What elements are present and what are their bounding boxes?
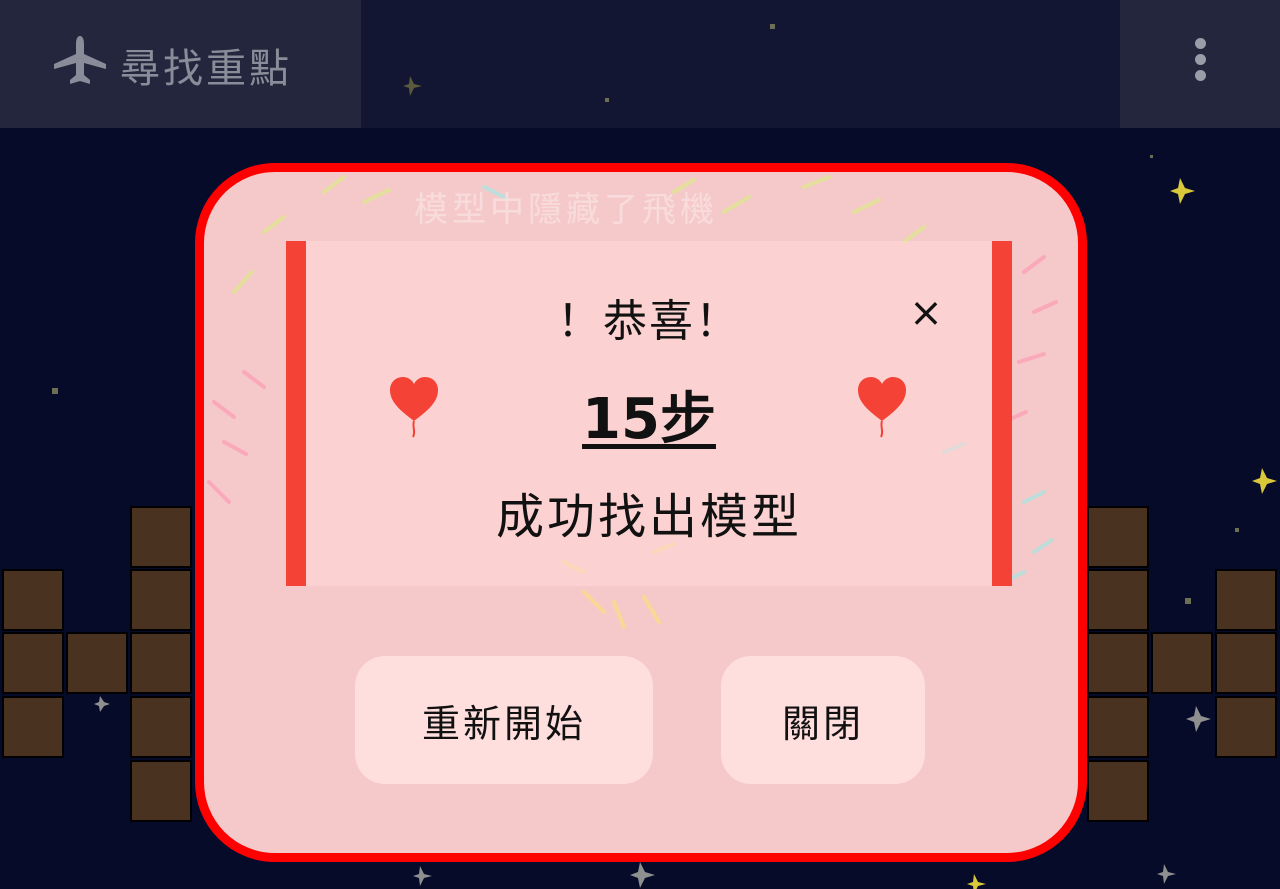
board-block[interactable] — [130, 696, 192, 758]
board-block[interactable] — [1087, 506, 1149, 568]
heart-balloon-icon — [858, 377, 906, 438]
background-hint-text: 模型中隱藏了飛機 — [414, 190, 718, 230]
board-block[interactable] — [1087, 760, 1149, 822]
board-block[interactable] — [130, 760, 192, 822]
board-block[interactable] — [1087, 632, 1149, 694]
board-block[interactable] — [2, 696, 64, 758]
board-block[interactable] — [130, 632, 192, 694]
close-icon[interactable]: × — [906, 293, 946, 333]
board-block[interactable] — [66, 632, 128, 694]
dialog-heading: ！恭喜！ — [557, 296, 741, 347]
board-block[interactable] — [1151, 632, 1213, 694]
board-block[interactable] — [1087, 569, 1149, 631]
board-block[interactable] — [130, 506, 192, 568]
success-dialog: 模型中隱藏了飛機 ！恭喜！ × 15步 成功找出模型 重新開始 關閉 — [195, 163, 1087, 862]
board-block[interactable] — [2, 569, 64, 631]
success-message: 成功找出模型 — [495, 489, 802, 545]
board-block[interactable] — [1087, 696, 1149, 758]
result-card: ！恭喜！ × 15步 成功找出模型 — [286, 241, 1012, 586]
board-block[interactable] — [1215, 569, 1277, 631]
board-block[interactable] — [1215, 632, 1277, 694]
board-block[interactable] — [1215, 696, 1277, 758]
close-button[interactable]: 關閉 — [721, 656, 925, 784]
board-block[interactable] — [130, 569, 192, 631]
restart-button[interactable]: 重新開始 — [355, 656, 653, 784]
board-block[interactable] — [2, 632, 64, 694]
